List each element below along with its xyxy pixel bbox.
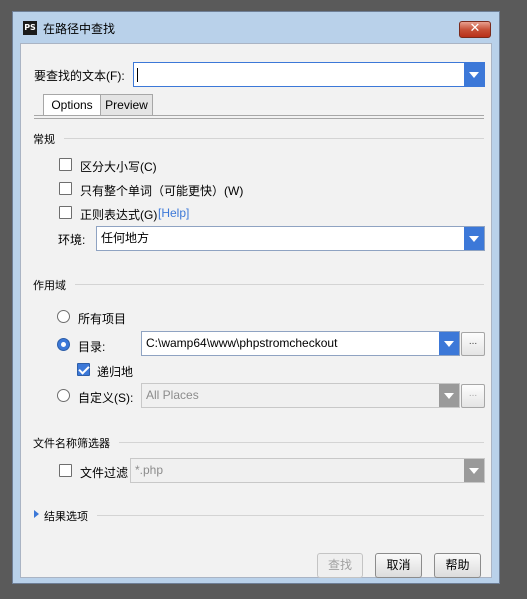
tab-options[interactable]: Options: [43, 94, 101, 116]
recursive-checkbox[interactable]: [77, 363, 90, 376]
context-select[interactable]: 任何地方: [96, 226, 485, 251]
general-divider: [64, 138, 484, 139]
find-button[interactable]: 查找: [317, 553, 363, 578]
help-button[interactable]: 帮助: [434, 553, 481, 578]
window-title: 在路径中查找: [43, 22, 116, 36]
scope-section-label: 作用域: [33, 280, 66, 292]
custom-scope-radio[interactable]: [57, 389, 70, 402]
file-filter-section-label: 文件名称筛选器: [33, 438, 110, 450]
find-text-combo[interactable]: [133, 62, 485, 87]
chevron-down-icon[interactable]: [464, 63, 484, 86]
file-filter-divider: [119, 442, 484, 443]
context-label: 环境:: [58, 233, 86, 247]
whole-project-label[interactable]: 所有项目: [78, 310, 126, 327]
scope-divider: [75, 284, 484, 285]
custom-scope-browse-button[interactable]: ...: [461, 384, 485, 408]
title-bar[interactable]: PS 在路径中查找 ✕: [13, 12, 499, 42]
file-mask-value: *.php: [135, 463, 164, 477]
result-options-divider: [97, 515, 484, 516]
whole-project-radio[interactable]: [57, 310, 70, 323]
help-link[interactable]: [Help]: [158, 206, 189, 220]
text-cursor: [137, 68, 138, 82]
expand-arrow-icon[interactable]: [34, 510, 39, 518]
regex-label[interactable]: 正则表达式(G): [80, 206, 157, 223]
custom-scope-label[interactable]: 自定义(S):: [78, 389, 133, 406]
regex-checkbox[interactable]: [59, 206, 72, 219]
chevron-down-icon[interactable]: [439, 332, 459, 355]
find-in-path-dialog: PS 在路径中查找 ✕ 要查找的文本(F): Options Preview 常…: [12, 11, 500, 584]
chevron-down-icon[interactable]: [439, 384, 459, 407]
tab-divider: [34, 115, 484, 116]
chevron-down-icon[interactable]: [464, 227, 484, 250]
general-section-label: 常规: [33, 134, 55, 146]
dialog-content: 要查找的文本(F): Options Preview 常规 区分大小写(C) 只…: [20, 43, 492, 578]
file-mask-label[interactable]: 文件过滤: [80, 464, 128, 481]
tab-preview[interactable]: Preview: [100, 94, 153, 116]
whole-words-checkbox[interactable]: [59, 182, 72, 195]
cancel-button[interactable]: 取消: [375, 553, 422, 578]
custom-scope-combo[interactable]: All Places: [141, 383, 460, 408]
file-mask-combo[interactable]: *.php: [130, 458, 485, 483]
tab-divider-2: [34, 118, 484, 119]
directory-radio[interactable]: [57, 338, 70, 351]
file-mask-checkbox[interactable]: [59, 464, 72, 477]
directory-browse-button[interactable]: ...: [461, 332, 485, 356]
recursive-label[interactable]: 递归地: [97, 363, 133, 380]
context-value: 任何地方: [101, 231, 150, 245]
custom-scope-value: All Places: [146, 388, 199, 402]
close-button[interactable]: ✕: [459, 21, 491, 38]
directory-label[interactable]: 目录:: [78, 338, 105, 355]
chevron-down-icon[interactable]: [464, 459, 484, 482]
directory-combo[interactable]: C:\wamp64\www\phpstromcheckout: [141, 331, 460, 356]
phpstorm-app-icon: PS: [23, 21, 37, 35]
result-options-label[interactable]: 结果选项: [44, 508, 88, 524]
match-case-checkbox[interactable]: [59, 158, 72, 171]
directory-value[interactable]: C:\wamp64\www\phpstromcheckout: [146, 332, 337, 355]
find-text-label: 要查找的文本(F):: [34, 69, 125, 83]
whole-words-label[interactable]: 只有整个单词（可能更快）(W): [80, 182, 243, 199]
match-case-label[interactable]: 区分大小写(C): [80, 158, 157, 175]
